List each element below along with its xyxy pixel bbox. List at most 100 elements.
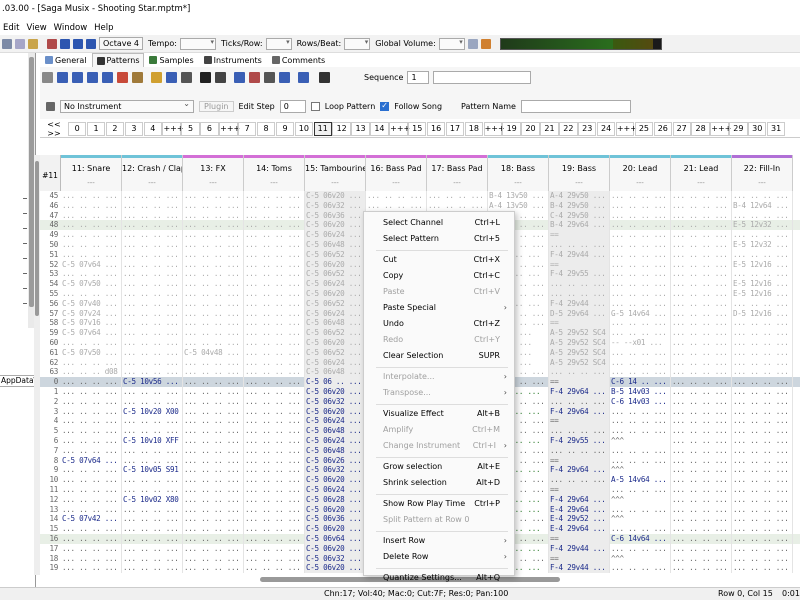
pattern-cell[interactable]: C-5 10v02 X80 [122,494,183,505]
pattern-cell[interactable]: E-4 29v52 ... [549,514,610,525]
order-item[interactable]: 7 [238,121,257,136]
pattern-cell[interactable]: ... .. .. ... [244,328,305,338]
pattern-cell[interactable]: D-5 29v64 ... [549,308,610,319]
menu-item-delete-row[interactable]: Delete Row › [364,550,514,564]
order-item[interactable]: +++ [615,121,637,136]
pattern-cell[interactable]: C-6 14v03 ... [610,396,671,407]
pattern-cell[interactable]: B-4 13v50 ... [488,191,549,201]
pattern-cell[interactable]: ... .. .. ... [183,524,244,534]
pattern-cell[interactable]: ... .. .. ... [732,396,793,407]
pattern-cell[interactable]: C-5 06v52 ... [305,328,366,338]
pattern-properties-icon[interactable] [181,72,192,83]
pattern-cell[interactable]: ... .. .. ... [183,249,244,260]
pattern-cell[interactable]: ... .. .. ... [427,200,488,211]
pattern-cell[interactable]: A-4 29v50 ... [549,191,610,201]
pattern-cell[interactable]: ... .. .. ... [244,387,305,397]
pattern-cell[interactable]: ... .. .. ... [610,367,671,378]
pattern-cell[interactable]: F-4 29v64 ... [549,387,610,397]
pattern-cell[interactable]: ... .. .. ... [610,269,671,280]
pattern-cell[interactable]: ... .. .. ... [671,485,732,495]
order-item[interactable]: 29 [729,121,748,136]
pattern-cell[interactable]: ... .. .. ... [610,249,671,260]
order-item[interactable]: 18 [464,121,484,136]
pattern-cell[interactable]: == [549,377,610,387]
pattern-cell[interactable]: ... .. .. ... [244,514,305,525]
pattern-cell[interactable]: ... .. .. ... [122,269,183,280]
pattern-cell[interactable]: C-5 06v20 ... [305,338,366,348]
pattern-cell[interactable]: ... .. .. ... [549,240,610,250]
menu-item-paste-special[interactable]: Paste Special › [364,301,514,315]
pattern-cell[interactable]: ... .. .. ... [732,357,793,368]
pattern-cell[interactable]: C-5 06v52 ... [305,298,366,309]
pattern-cell[interactable]: ... .. .. ... [610,328,671,338]
pattern-cell[interactable]: ... .. .. ... [610,318,671,329]
pattern-cell[interactable]: D-5 12v16 ... [732,308,793,319]
pattern-cell[interactable]: ... .. .. ... [122,220,183,231]
pattern-cell[interactable]: F-4 29v55 ... [549,269,610,280]
pattern-cell[interactable]: ... .. .. ... [244,465,305,476]
pattern-cell[interactable]: ... .. .. ... [244,396,305,407]
tab-samples[interactable]: Samples [144,53,198,67]
pattern-cell[interactable]: ... .. .. ... [61,200,122,211]
play-icon[interactable] [73,38,83,49]
pattern-cell[interactable]: ... .. .. ... [671,543,732,554]
pattern-cell[interactable]: C-5 06v48 ... [305,445,366,456]
pattern-cell[interactable]: == [549,230,610,240]
edit-step-input[interactable]: 0 [279,100,306,113]
pattern-cell[interactable]: F-4 29v44 ... [549,249,610,260]
pattern-cell[interactable]: B-5 14v03 ... [610,387,671,397]
pattern-cell[interactable]: ... .. .. ... [671,220,732,231]
pattern-cell[interactable]: ... .. .. ... [122,426,183,436]
pattern-cell[interactable]: ... .. .. ... [244,230,305,240]
pattern-cell[interactable]: ... .. .. ... [244,249,305,260]
arrow-down-icon[interactable] [72,72,83,83]
pattern-cell[interactable]: F-4 29v64 ... [549,465,610,476]
pattern-cell[interactable]: ... .. .. ... [61,220,122,231]
pattern-cell[interactable]: ... .. .. ... [671,406,732,417]
pattern-cell[interactable]: ... .. .. ... [244,445,305,456]
menu-item-clear-selection[interactable]: Clear Selection SUPR [364,349,514,363]
pattern-cell[interactable]: C-5 06v48 ... [305,426,366,436]
pattern-cell[interactable]: ^^^ [610,514,671,525]
pattern-cell[interactable]: ... .. .. ... [183,367,244,378]
pattern-cell[interactable]: ... .. .. ... [732,298,793,309]
pattern-cell[interactable]: ... .. .. ... [671,387,732,397]
pattern-cell[interactable]: ... .. .. ... [549,279,610,289]
pattern-cell[interactable]: C-5 06v24 ... [305,416,366,427]
pattern-cell[interactable]: ... .. .. ... [183,289,244,299]
pattern-cell[interactable]: C-5 06 .. ... [305,377,366,387]
pattern-cell[interactable]: C-5 07v50 ... [61,347,122,358]
pattern-cell[interactable]: ... .. .. ... [244,377,305,387]
pattern-cell[interactable]: ... .. .. ... [122,308,183,319]
pattern-cell[interactable]: ... .. .. ... [732,436,793,446]
pattern-cell[interactable]: E-4 29v64 ... [549,504,610,515]
pattern-cell[interactable]: ... .. .. ... [671,357,732,368]
pattern-cell[interactable]: ... .. .. ... [610,191,671,201]
pattern-cell[interactable]: C-5 04v48 ... [183,347,244,358]
pattern-cell[interactable]: C-5 06v20 ... [305,524,366,534]
pattern-cell[interactable]: ... .. .. ... [183,436,244,446]
pattern-cell[interactable]: ... .. .. ... [610,220,671,231]
pattern-cell[interactable]: ... .. .. ... [122,328,183,338]
pattern-cell[interactable]: ... .. .. ... [244,543,305,554]
menu-item-quantize-settings[interactable]: Quantize Settings... Alt+Q [364,571,514,585]
pattern-cell[interactable]: C-5 06v32 ... [305,200,366,211]
pattern-cell[interactable]: ... .. .. ... [183,328,244,338]
pattern-cell[interactable]: C-5 06v24 ... [305,279,366,289]
pattern-cell[interactable]: ... .. .. ... [244,289,305,299]
pattern-cell[interactable]: ... .. .. ... [61,357,122,368]
pattern-cell[interactable]: ... .. .. ... [610,504,671,515]
pattern-cell[interactable]: ... .. .. ... [671,289,732,299]
pattern-cell[interactable]: ... .. .. ... [549,445,610,456]
pattern-cell[interactable]: ... .. .. ... [183,269,244,280]
pattern-cell[interactable]: ... .. .. ... [244,191,305,201]
order-item[interactable]: 5 [181,121,200,136]
pattern-cell[interactable]: ... .. .. ... [610,200,671,211]
pattern-cell[interactable]: C-5 06v20 ... [305,220,366,231]
instrument-select[interactable]: No Instrument [60,98,194,113]
pattern-cell[interactable]: ... .. .. ... [244,279,305,289]
pattern-cell[interactable]: ... .. .. ... [610,357,671,368]
pattern-cell[interactable]: C-5 06v24 ... [305,308,366,319]
pattern-cell[interactable]: ... .. .. ... [610,426,671,436]
pattern-cell[interactable]: ... .. .. ... [244,553,305,564]
